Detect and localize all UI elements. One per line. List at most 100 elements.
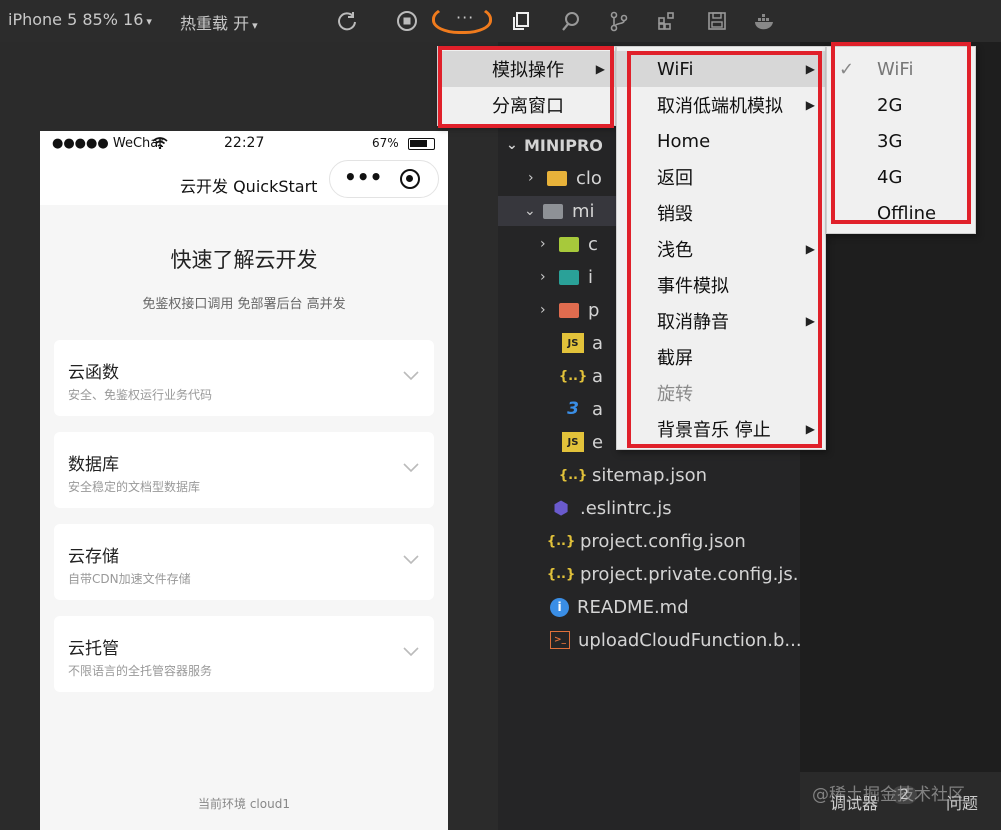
submenu-arrow-icon: ▶ (595, 62, 605, 76)
menu-item-label: 4G (877, 166, 903, 188)
css-icon: 3 (567, 399, 579, 419)
tree-item-label: sitemap.json (592, 464, 708, 486)
close-mini-program-icon[interactable] (400, 169, 420, 189)
chevron-right-icon: › (540, 236, 546, 252)
menu-item-wifi[interactable]: ✓ WiFi (827, 51, 975, 87)
refresh-icon[interactable] (334, 8, 360, 34)
hot-reload-toggle[interactable]: 热重载 开 ▾ (180, 10, 258, 34)
tree-item-upload-script[interactable]: >_ uploadCloudFunction.b... (550, 625, 802, 655)
menu-item-label: 取消低端机模拟 (657, 96, 783, 117)
stop-icon[interactable] (394, 8, 420, 34)
tree-item-label: a (592, 332, 604, 354)
menu-item-label: 模拟操作 (492, 60, 564, 81)
extensions-icon[interactable] (654, 8, 680, 34)
chevron-down-icon: ▾ (252, 19, 258, 32)
menu-item-detach-window[interactable]: 分离窗口 (438, 87, 615, 123)
submenu-arrow-icon: ▶ (805, 242, 815, 256)
menu-item-bg-music[interactable]: 背景音乐 停止 ▶ (617, 411, 825, 447)
menu-item-screenshot[interactable]: 截屏 (617, 339, 825, 375)
tree-item-app-json[interactable]: {..} a (558, 361, 604, 391)
tree-item-eslintrc[interactable]: ⬢ .eslintrc.js (550, 493, 672, 523)
menu-item-theme[interactable]: 浅色 ▶ (617, 231, 825, 267)
source-control-icon[interactable] (606, 8, 632, 34)
tree-item-cloudfunctions[interactable]: › clo (528, 163, 602, 193)
docker-icon[interactable] (752, 8, 778, 34)
chevron-right-icon: › (528, 170, 534, 186)
page-title: 快速了解云开发 (170, 248, 318, 272)
tree-item-label: a (592, 398, 604, 420)
menu-item-label: Home (657, 130, 711, 152)
tree-item-project-config[interactable]: {..} project.config.json (547, 526, 746, 556)
environment-label: 当前环境 cloud1 (198, 797, 290, 811)
page-subtitle: 免鉴权接口调用 免部署后台 高并发 (142, 297, 346, 312)
tree-item-label: p (588, 299, 600, 321)
nav-bar: 云开发 QuickStart ••• (40, 157, 448, 205)
tree-item-app-js[interactable]: JS a (562, 328, 603, 358)
feature-card-functions[interactable]: 云函数 安全、免鉴权运行业务代码 (54, 340, 434, 416)
menu-item-label: 3G (877, 130, 903, 152)
card-desc: 不限语言的全托管容器服务 (68, 664, 213, 678)
wifi-icon (152, 137, 168, 153)
tree-item-env-js[interactable]: JS e (562, 427, 603, 457)
watermark: @稀土掘金技术社区 (812, 785, 965, 805)
simulator-panel: ●●●●● WeChat 22:27 67% 云开发 QuickStart ••… (0, 42, 498, 830)
tree-item-label: project.private.config.js... (580, 563, 810, 585)
menu-item-label: 旋转 (657, 384, 693, 405)
tree-item-label: a (592, 365, 604, 387)
device-label: iPhone 5 85% 16 (8, 10, 144, 29)
copy-icon[interactable] (508, 8, 534, 34)
feature-card-hosting[interactable]: 云托管 不限语言的全托管容器服务 (54, 616, 434, 692)
network-menu: ✓ WiFi 2G 3G 4G Offline (826, 46, 976, 234)
menu-item-home[interactable]: Home (617, 123, 825, 159)
chevron-down-icon: ⌄ (506, 137, 518, 153)
tree-item-app-wxss[interactable]: 3 a (562, 394, 603, 424)
menu-item-event-sim[interactable]: 事件模拟 (617, 267, 825, 303)
tree-item-sitemap[interactable]: {..} sitemap.json (558, 460, 708, 490)
json-icon: {..} (558, 368, 588, 384)
more-dots-icon[interactable]: ••• (344, 165, 382, 189)
menu-item-destroy[interactable]: 销毁 (617, 195, 825, 231)
menu-item-label: 背景音乐 停止 (657, 420, 771, 441)
tree-item-components[interactable]: › c (540, 229, 598, 259)
root-label: MINIPRO (524, 135, 603, 155)
menu-item-3g[interactable]: 3G (827, 123, 975, 159)
search-icon[interactable] (558, 8, 584, 34)
check-icon: ✓ (839, 58, 855, 80)
json-icon: {..} (558, 467, 588, 483)
tree-item-label: README.md (577, 596, 689, 618)
menu-item-label: Offline (877, 202, 937, 224)
chevron-down-icon (403, 463, 419, 473)
battery-percent: 67% (372, 136, 399, 150)
menu-item-offline[interactable]: Offline (827, 195, 975, 231)
menu-item-2g[interactable]: 2G (827, 87, 975, 123)
save-icon[interactable] (704, 8, 730, 34)
menu-item-4g[interactable]: 4G (827, 159, 975, 195)
menu-item-back[interactable]: 返回 (617, 159, 825, 195)
nav-title: 云开发 QuickStart (180, 177, 318, 196)
device-selector[interactable]: iPhone 5 85% 16 ▾ (8, 10, 152, 29)
battery-icon (408, 138, 435, 150)
menu-item-label: WiFi (877, 58, 914, 80)
tree-item-readme[interactable]: i README.md (550, 592, 689, 622)
tree-item-project-private-config[interactable]: {..} project.private.config.js... (547, 559, 810, 589)
menu-item-low-end[interactable]: 取消低端机模拟 ▶ (617, 87, 825, 123)
feature-card-database[interactable]: 数据库 安全稳定的文档型数据库 (54, 432, 434, 508)
tree-item-label: i (588, 266, 594, 288)
menu-item-rotate: 旋转 (617, 375, 825, 411)
phone-screen[interactable]: ●●●●● WeChat 22:27 67% 云开发 QuickStart ••… (40, 131, 448, 830)
tree-item-label: c (588, 233, 598, 255)
menu-item-network[interactable]: WiFi ▶ (617, 51, 825, 87)
menu-item-mute[interactable]: 取消静音 ▶ (617, 303, 825, 339)
menu-item-label: 2G (877, 94, 903, 116)
explorer-root[interactable]: ⌄ MINIPRO (506, 130, 603, 160)
card-title: 云函数 (68, 363, 119, 383)
submenu-arrow-icon: ▶ (805, 62, 815, 76)
tree-item-pages[interactable]: › p (540, 295, 599, 325)
feature-card-storage[interactable]: 云存储 自带CDN加速文件存储 (54, 524, 434, 600)
tree-item-images[interactable]: › i (540, 262, 593, 292)
menu-item-simulate[interactable]: 模拟操作 ▶ (438, 51, 615, 87)
card-title: 云存储 (68, 547, 119, 567)
tree-item-label: clo (576, 167, 602, 189)
menu-item-label: 取消静音 (657, 312, 729, 333)
menu-item-label: 分离窗口 (492, 96, 564, 117)
